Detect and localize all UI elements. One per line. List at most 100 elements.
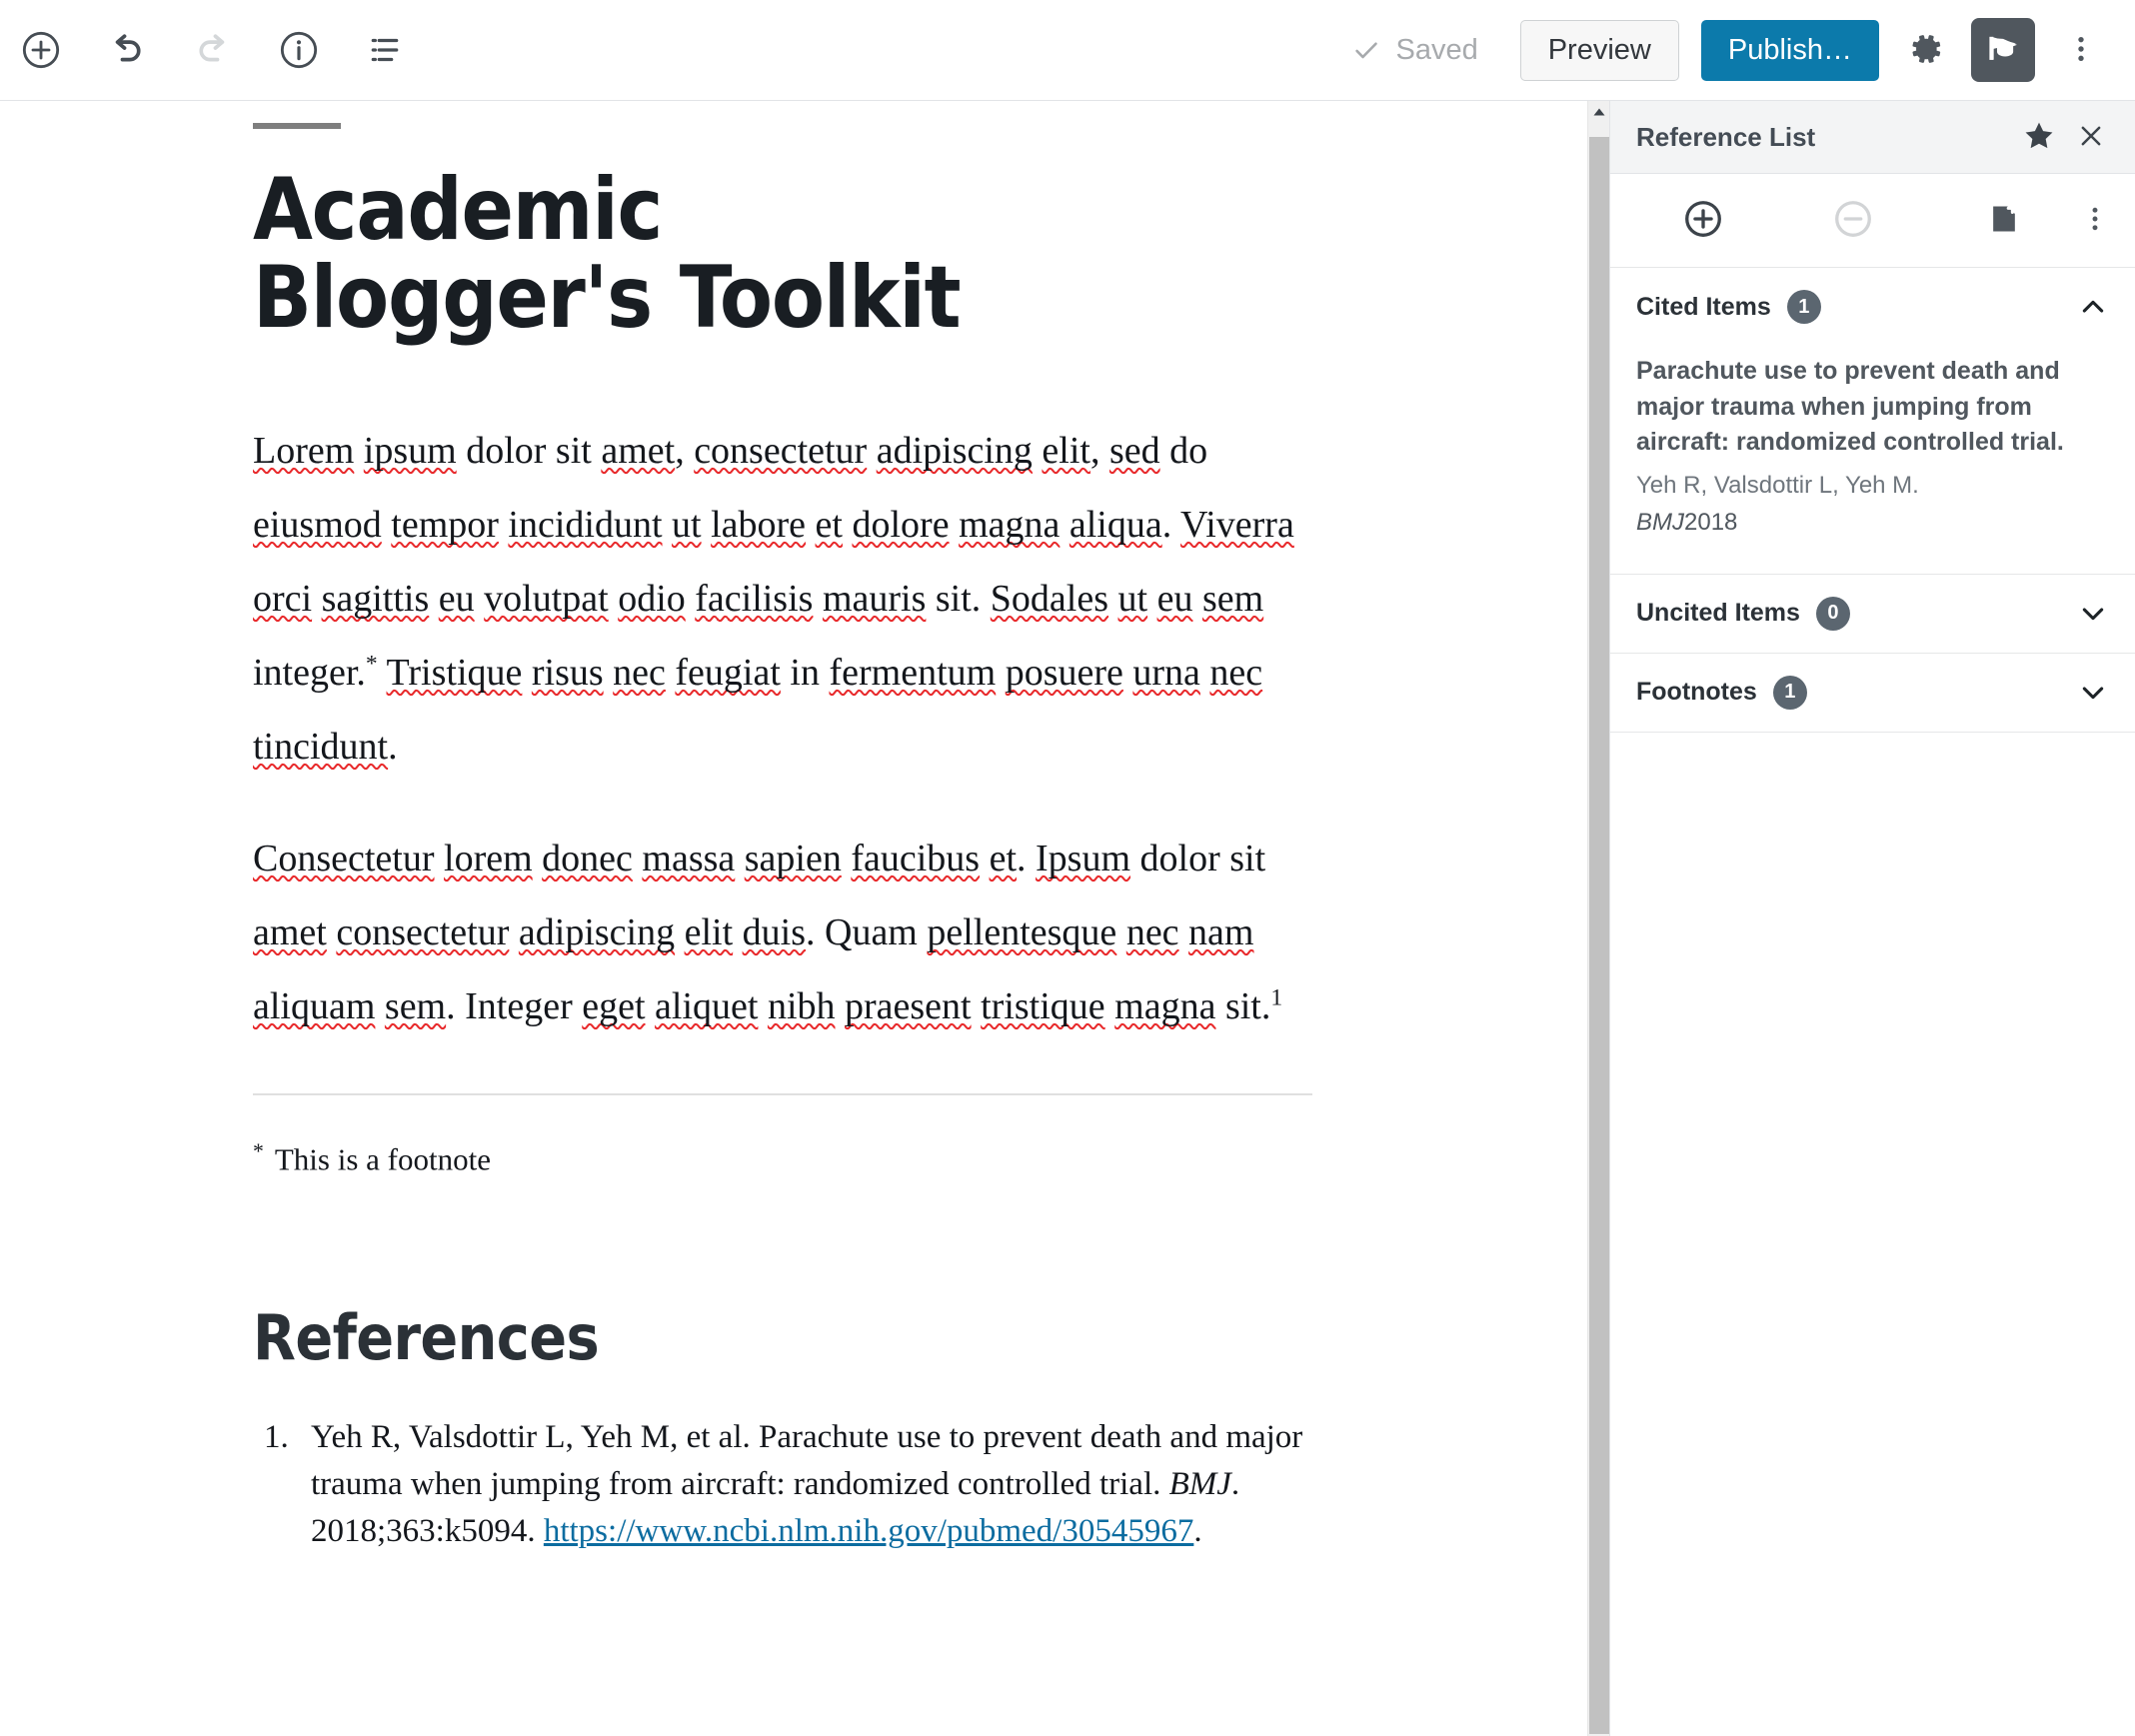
publish-button[interactable]: Publish… — [1700, 19, 1879, 81]
insert-static-list-button[interactable] — [1929, 174, 2079, 268]
reference-url-link[interactable]: https://www.ncbi.nlm.nih.gov/pubmed/3054… — [544, 1513, 1194, 1549]
spellcheck-word: sed — [1108, 430, 1160, 473]
text-run — [1105, 985, 1115, 1027]
text-run — [813, 578, 823, 620]
editor-scrollbar[interactable] — [1587, 101, 1609, 1736]
sidebar-section-label: Footnotes — [1636, 678, 1757, 707]
reference-list-sidebar: Reference List Cited Items 1 Parachute u… — [1609, 101, 2135, 1736]
spellcheck-word: massa — [642, 838, 736, 880]
spellcheck-word: pellentesque — [927, 911, 1117, 954]
spellcheck-word: tincidunt — [253, 726, 389, 769]
spellcheck-word: nec — [613, 652, 666, 695]
pin-sidebar-button[interactable] — [2013, 111, 2065, 163]
add-reference-button[interactable] — [1628, 174, 1778, 268]
editor-canvas[interactable]: Academic Blogger's Toolkit Lorem ipsum d… — [0, 101, 1587, 1736]
spellcheck-word: elit — [1042, 430, 1090, 473]
spellcheck-word: aliqua — [1068, 504, 1162, 547]
text-run — [1147, 578, 1157, 620]
text-run: dolor sit — [456, 430, 602, 473]
sidebar-menu-button[interactable] — [2079, 174, 2111, 268]
sidebar-section-header-uncited-items[interactable]: Uncited Items 0 — [1610, 575, 2135, 653]
citation-title: Parachute use to prevent death and major… — [1636, 357, 2064, 456]
preview-button[interactable]: Preview — [1519, 19, 1679, 81]
spellcheck-word: magna — [959, 504, 1061, 547]
undo-button[interactable] — [96, 19, 158, 81]
star-icon — [2022, 119, 2056, 156]
spellcheck-word: dolore — [852, 504, 950, 547]
plus-circle-icon — [21, 30, 61, 70]
sidebar-section-footnotes: Footnotes 1 — [1610, 654, 2135, 733]
document-add-icon — [1984, 199, 2024, 242]
list-view-icon — [365, 30, 405, 70]
footnote-text: This is a footnote — [274, 1141, 491, 1177]
sidebar-section-uncited-items: Uncited Items 0 — [1610, 575, 2135, 654]
chevron-down-icon — [2077, 598, 2109, 630]
spellcheck-word: mauris — [822, 578, 927, 621]
redo-button[interactable] — [182, 19, 244, 81]
info-circle-icon — [279, 30, 319, 70]
text-run — [950, 504, 960, 546]
references-heading: References — [253, 1301, 600, 1375]
post-title-block-marker — [253, 123, 341, 129]
more-options-button[interactable] — [2049, 18, 2113, 82]
text-run: integer. — [253, 652, 366, 695]
citation-authors: Yeh R, Valsdottir L, Yeh M. — [1636, 471, 1919, 499]
top-toolbar: Saved Preview Publish… — [0, 0, 2135, 101]
more-vertical-icon — [2079, 203, 2111, 238]
sidebar-section-header-cited-items[interactable]: Cited Items 1 — [1610, 268, 2135, 346]
paragraph-block-2[interactable]: Consectetur lorem donec massa sapien fau… — [253, 822, 1312, 1043]
spellcheck-word: aliquam — [253, 985, 376, 1028]
text-run — [633, 838, 643, 879]
more-vertical-icon — [2064, 32, 2098, 69]
block-navigation-button[interactable] — [354, 19, 416, 81]
references-list: Yeh R, Valsdottir L, Yeh M, et al. Parac… — [253, 1414, 1336, 1555]
spellcheck-word: Sodales — [990, 578, 1109, 621]
spellcheck-word: adipiscing — [876, 430, 1033, 473]
spellcheck-word: sem — [384, 985, 447, 1028]
text-run — [1123, 652, 1133, 694]
inline-marker[interactable]: * — [366, 652, 378, 678]
paragraph-block-1[interactable]: Lorem ipsum dolor sit amet, consectetur … — [253, 414, 1312, 784]
toolbar-left-group — [0, 19, 416, 81]
spellcheck-word: fermentum — [829, 652, 997, 695]
reference-journal: BMJ — [1168, 1466, 1231, 1503]
text-run — [1116, 911, 1126, 953]
text-run — [475, 578, 485, 620]
spellcheck-word: feugiat — [675, 652, 781, 695]
save-status-label: Saved — [1395, 33, 1478, 66]
add-block-button[interactable] — [10, 19, 72, 81]
details-button[interactable] — [268, 19, 330, 81]
spellcheck-word: eget — [582, 985, 646, 1028]
page-title[interactable]: Academic Blogger's Toolkit — [253, 166, 1053, 342]
settings-button[interactable] — [1893, 18, 1957, 82]
text-run — [646, 985, 656, 1027]
spellcheck-word: Consectetur — [253, 838, 435, 880]
spellcheck-word: tempor — [391, 504, 499, 547]
spellcheck-word: nibh — [767, 985, 836, 1028]
spellcheck-word: urna — [1132, 652, 1200, 695]
text-run — [675, 911, 685, 953]
spellcheck-word: nam — [1188, 911, 1254, 954]
spellcheck-word: ipsum — [363, 430, 457, 473]
text-run — [499, 504, 509, 546]
inline-marker[interactable]: 1 — [1270, 985, 1282, 1011]
scrollbar-thumb[interactable] — [1589, 137, 1609, 1734]
spellcheck-word: Viverra — [1180, 504, 1294, 547]
reference-text-prefix: Yeh R, Valsdottir L, Yeh M, et al. Parac… — [311, 1419, 1303, 1503]
remove-reference-button[interactable] — [1778, 174, 1928, 268]
close-sidebar-button[interactable] — [2065, 111, 2117, 163]
abt-plugin-button[interactable] — [1971, 18, 2035, 82]
sidebar-section-header-footnotes[interactable]: Footnotes 1 — [1610, 654, 2135, 732]
close-icon — [2076, 121, 2106, 154]
spellcheck-word: adipiscing — [518, 911, 676, 954]
undo-icon — [106, 29, 148, 71]
redo-icon — [192, 29, 234, 71]
citation-journal: BMJ — [1636, 509, 1684, 537]
spellcheck-word: ut — [1117, 578, 1148, 621]
scrollbar-up-arrow[interactable] — [1588, 101, 1610, 123]
minus-circle-icon — [1832, 198, 1874, 243]
list-item[interactable]: Parachute use to prevent death and major… — [1610, 346, 2135, 574]
text-run: . — [1017, 838, 1037, 880]
text-run — [1200, 652, 1210, 694]
spellcheck-word: magna — [1114, 985, 1216, 1028]
